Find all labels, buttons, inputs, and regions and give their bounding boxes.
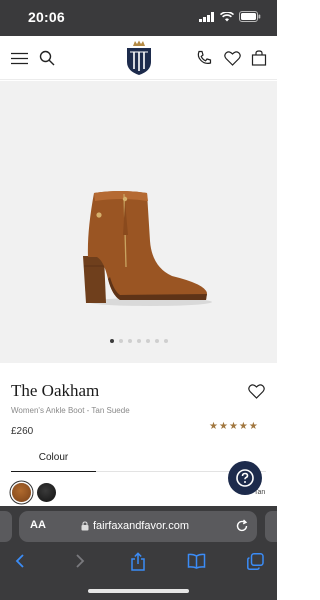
product-image[interactable]: [0, 81, 277, 363]
wishlist-heart-icon[interactable]: [248, 384, 266, 400]
previous-tab-peek[interactable]: [0, 511, 12, 542]
star-icon: ★: [228, 421, 238, 432]
gallery-dot[interactable]: [145, 339, 150, 343]
gallery-dot[interactable]: [154, 339, 159, 343]
help-button[interactable]: [228, 461, 262, 495]
menu-icon[interactable]: [9, 48, 29, 68]
back-icon[interactable]: [10, 551, 30, 571]
star-icon: ★: [248, 421, 258, 432]
product-title: The Oakham: [11, 381, 100, 400]
address-bar[interactable]: AA fairfaxandfavor.com: [19, 511, 257, 542]
question-icon: [236, 469, 254, 487]
browser-toolbar: [0, 548, 277, 574]
status-bar: 20:06: [0, 0, 277, 36]
star-icon: ★: [218, 421, 228, 432]
swatch-tan[interactable]: [12, 483, 31, 502]
wifi-icon: [220, 11, 234, 21]
gallery-dot[interactable]: [163, 339, 168, 343]
tabs-icon[interactable]: [245, 551, 265, 571]
star-icon: ★: [209, 421, 218, 432]
status-icons: [199, 11, 261, 22]
heart-icon[interactable]: [222, 48, 242, 68]
gallery-dot[interactable]: [118, 339, 123, 343]
ankle-boot-image: [83, 191, 212, 306]
bag-icon[interactable]: [249, 48, 269, 68]
gallery-dot[interactable]: [136, 339, 141, 343]
product-subtitle: Women's Ankle Boot - Tan Suede: [11, 406, 130, 415]
brand-shield-logo[interactable]: [124, 40, 154, 76]
status-time: 20:06: [28, 9, 65, 25]
product-price: £260: [11, 426, 34, 437]
url-text: fairfaxandfavor.com: [93, 520, 189, 532]
reload-icon[interactable]: [235, 519, 249, 533]
star-icon: ★: [238, 421, 248, 432]
share-icon[interactable]: [128, 551, 148, 571]
forward-icon[interactable]: [70, 551, 90, 571]
battery-icon: [239, 11, 261, 22]
home-indicator[interactable]: [88, 589, 189, 593]
bookmarks-icon[interactable]: [186, 551, 206, 571]
phone-icon[interactable]: [194, 48, 214, 68]
rating-stars[interactable]: ★ ★ ★ ★ ★: [209, 421, 258, 433]
search-icon[interactable]: [37, 48, 57, 68]
next-tab-peek[interactable]: [265, 511, 277, 542]
reader-aa-button[interactable]: AA: [30, 519, 46, 531]
gallery-dot[interactable]: [127, 339, 132, 343]
swatch-black[interactable]: [37, 483, 56, 502]
lock-icon: [81, 521, 89, 531]
site-header: [0, 36, 277, 80]
tab-colour[interactable]: Colour: [11, 446, 96, 472]
gallery-dot[interactable]: [109, 339, 114, 343]
url-display[interactable]: fairfaxandfavor.com: [81, 520, 189, 532]
gallery-dots: [0, 339, 277, 343]
signal-icon: [199, 11, 214, 22]
